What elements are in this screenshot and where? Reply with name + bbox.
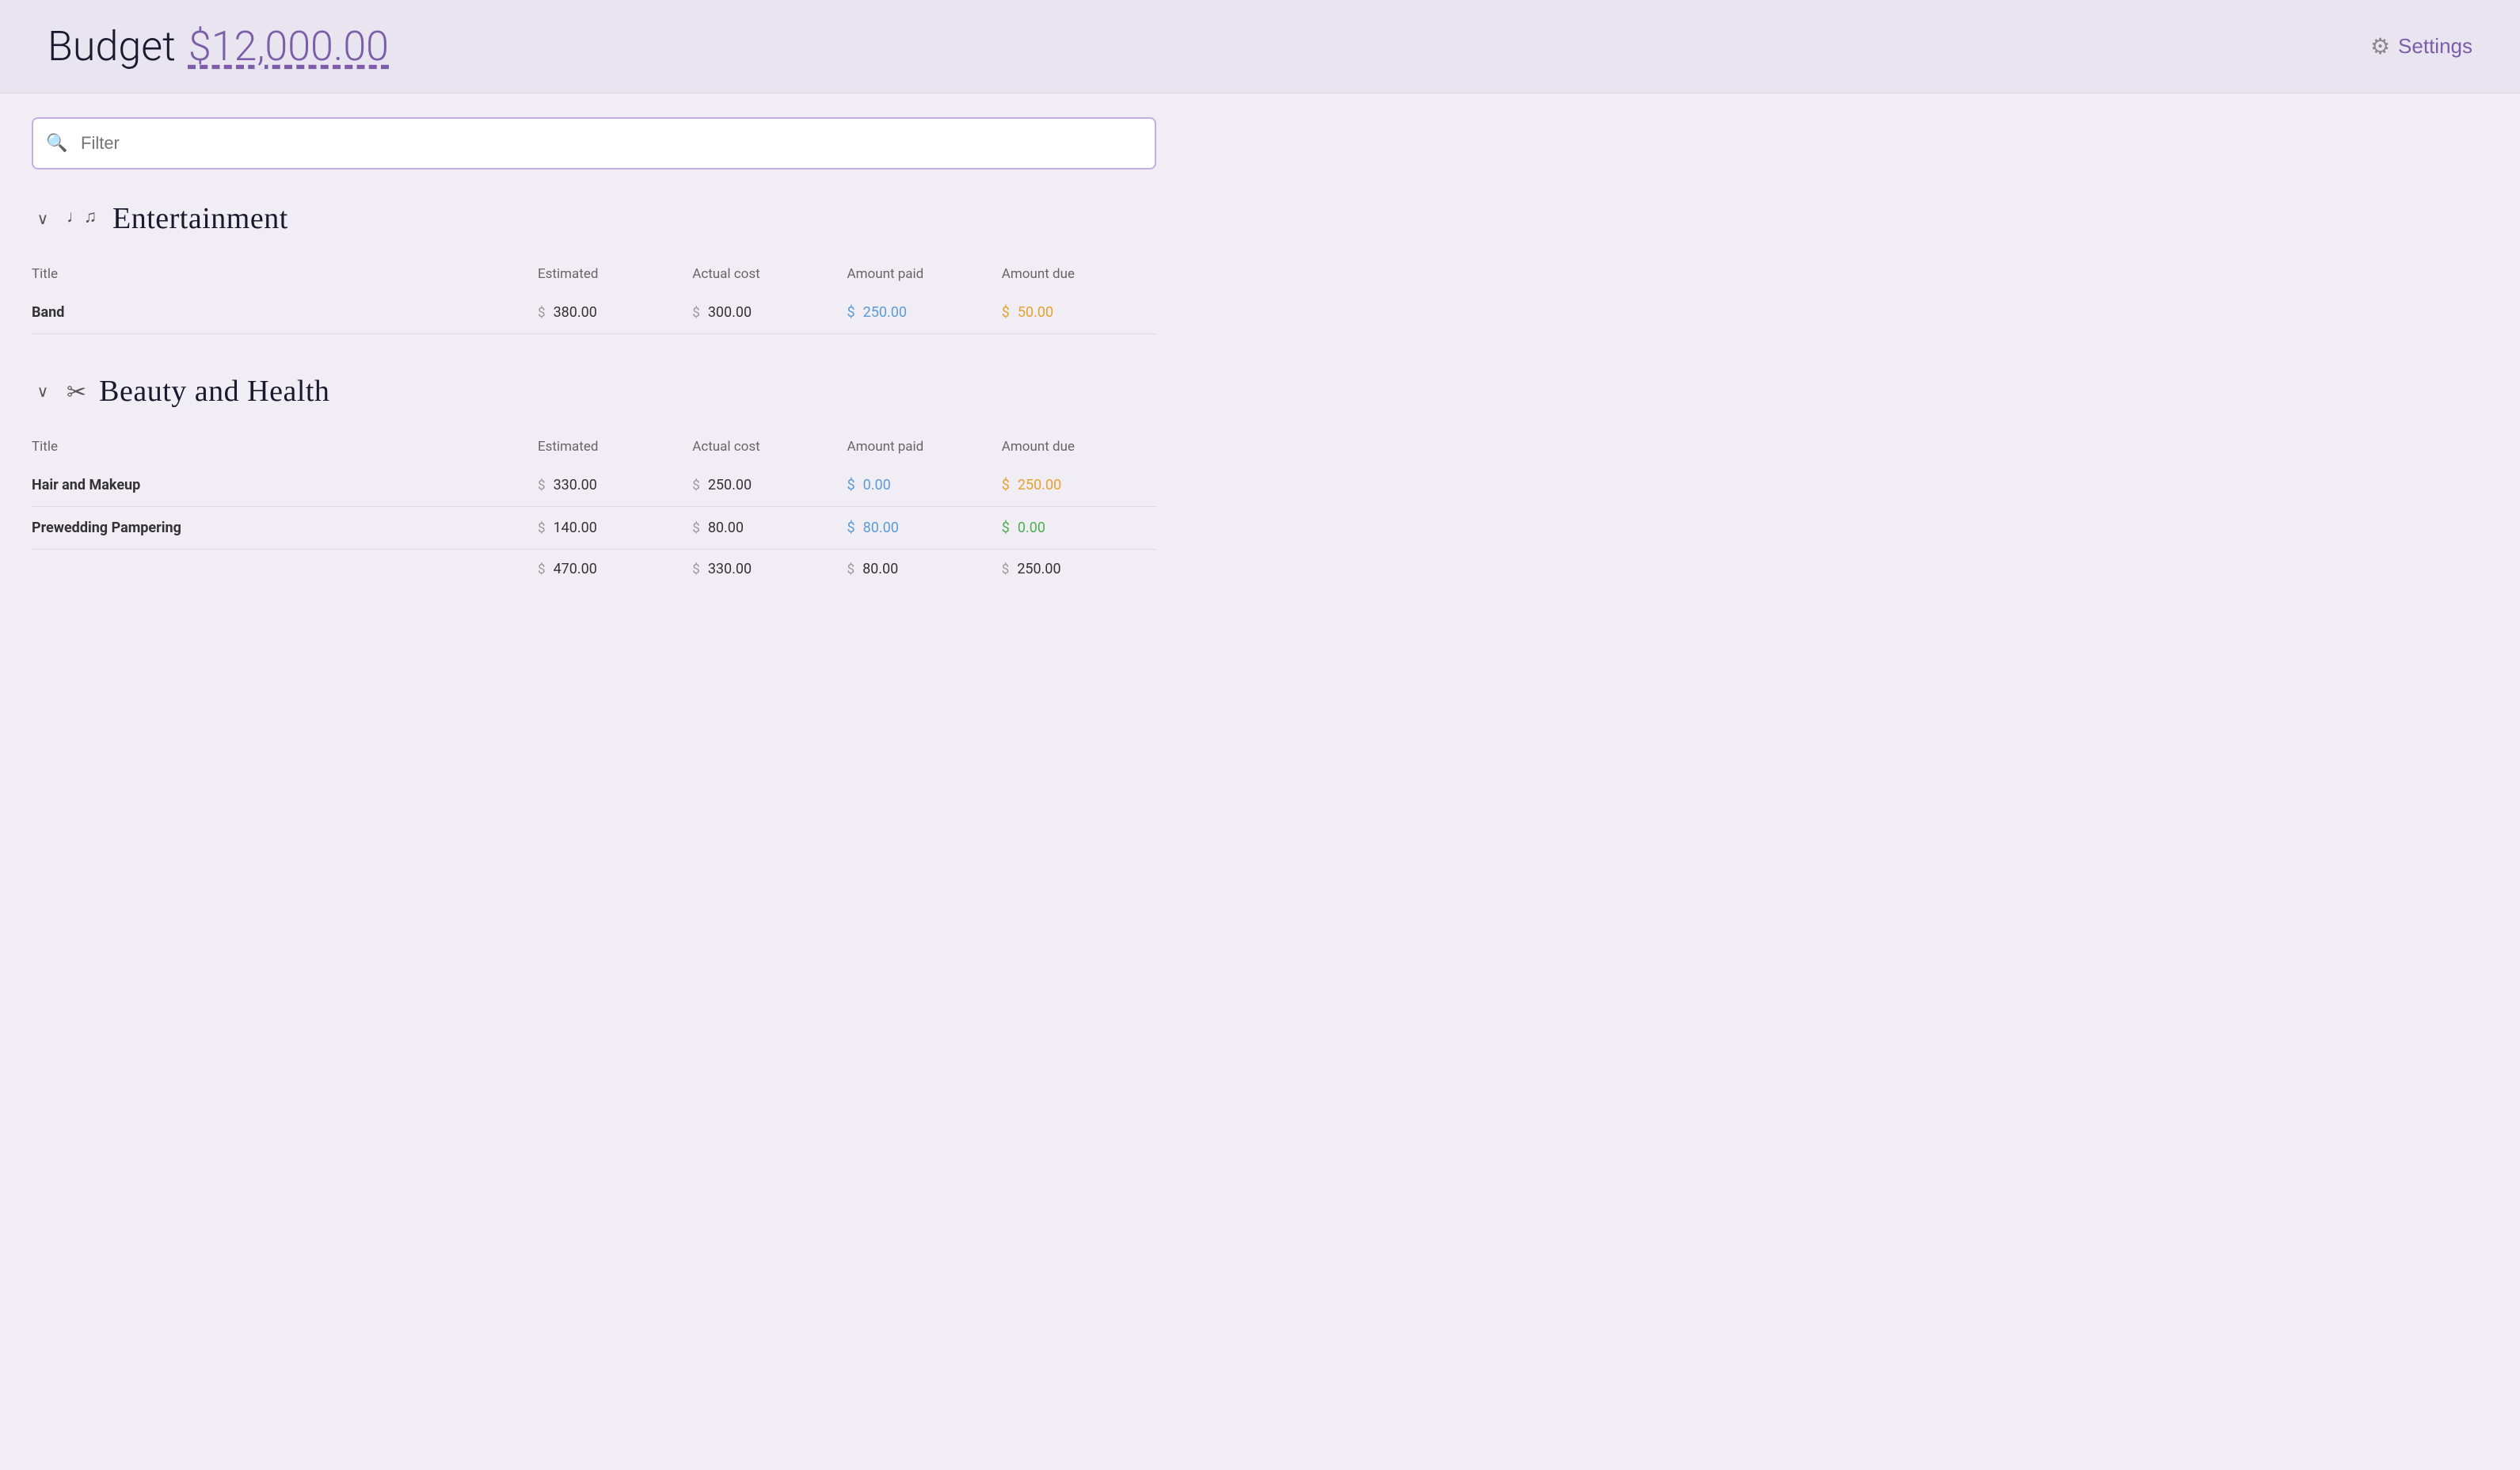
col-header-0: Title bbox=[32, 260, 538, 291]
actual-cost-value: 80.00 bbox=[708, 520, 744, 536]
row-title: Band bbox=[32, 291, 538, 334]
row-estimated: $330.00 bbox=[538, 464, 692, 507]
row-estimated: $140.00 bbox=[538, 507, 692, 550]
category-header-entertainment: ∨ ♩♫ Entertainment bbox=[32, 193, 1156, 244]
budget-table-entertainment: TitleEstimatedActual costAmount paidAmou… bbox=[32, 260, 1156, 334]
dollar-sign-icon: $ bbox=[1002, 477, 1010, 493]
table-row: Hair and Makeup$330.00$250.00$0.00$250.0… bbox=[32, 464, 1156, 507]
budget-label: Budget bbox=[48, 22, 176, 70]
hairdryer-icon: ✂ bbox=[67, 376, 86, 406]
page-header: Budget $12,000.00 ⚙ Settings bbox=[0, 0, 2520, 93]
dollar-sign-icon: $ bbox=[538, 305, 546, 321]
dollar-sign-icon: $ bbox=[1002, 520, 1010, 536]
dollar-sign-icon: $ bbox=[692, 562, 700, 577]
row-title: Prewedding Pampering bbox=[32, 507, 538, 550]
col-header-2: Actual cost bbox=[692, 432, 847, 464]
col-header-3: Amount paid bbox=[847, 432, 1002, 464]
col-header-1: Estimated bbox=[538, 260, 692, 291]
settings-button[interactable]: ⚙ Settings bbox=[2370, 33, 2472, 59]
svg-text:♩♫: ♩♫ bbox=[67, 207, 97, 227]
categories-container: ∨♩♫EntertainmentTitleEstimatedActual cos… bbox=[32, 193, 1156, 590]
row-actual-cost: $250.00 bbox=[692, 464, 847, 507]
dollar-sign-icon: $ bbox=[847, 477, 855, 493]
amount-due-value: 0.00 bbox=[1018, 520, 1045, 536]
row-amount-paid: $80.00 bbox=[847, 507, 1002, 550]
dollar-sign-icon: $ bbox=[692, 478, 700, 493]
row-amount-paid: $250.00 bbox=[847, 291, 1002, 334]
row-amount-paid: $0.00 bbox=[847, 464, 1002, 507]
totals-value: 330.00 bbox=[708, 561, 752, 577]
row-amount-due: $250.00 bbox=[1002, 464, 1156, 507]
totals-label bbox=[32, 550, 538, 591]
chevron-down-icon-beauty-and-health[interactable]: ∨ bbox=[32, 380, 54, 402]
totals-value: 80.00 bbox=[862, 561, 898, 577]
totals-amount_paid: $80.00 bbox=[847, 550, 1002, 591]
row-amount-due: $0.00 bbox=[1002, 507, 1156, 550]
amount-due-value: 250.00 bbox=[1018, 477, 1061, 493]
amount-due-value: 50.00 bbox=[1018, 304, 1053, 321]
estimated-value: 330.00 bbox=[554, 477, 597, 493]
category-section-beauty-and-health: ∨ ✂ Beauty and Health TitleEstimatedActual … bbox=[32, 366, 1156, 590]
dollar-sign-icon: $ bbox=[1002, 562, 1010, 577]
main-content: 🔍 ∨♩♫EntertainmentTitleEstimatedActual c… bbox=[0, 93, 1188, 646]
col-header-2: Actual cost bbox=[692, 260, 847, 291]
dollar-sign-icon: $ bbox=[847, 562, 855, 577]
col-header-4: Amount due bbox=[1002, 432, 1156, 464]
amount-paid-value: 250.00 bbox=[863, 304, 907, 321]
totals-value: 250.00 bbox=[1017, 561, 1060, 577]
row-actual-cost: $80.00 bbox=[692, 507, 847, 550]
actual-cost-value: 300.00 bbox=[708, 304, 752, 321]
actual-cost-value: 250.00 bbox=[708, 477, 752, 493]
category-title-beauty-and-health: Beauty and Health bbox=[99, 374, 329, 409]
filter-container: 🔍 bbox=[32, 117, 1156, 169]
totals-amount_due: $250.00 bbox=[1002, 550, 1156, 591]
budget-amount[interactable]: $12,000.00 bbox=[188, 22, 389, 70]
estimated-value: 380.00 bbox=[554, 304, 597, 321]
budget-table-beauty-and-health: TitleEstimatedActual costAmount paidAmou… bbox=[32, 432, 1156, 590]
chevron-down-icon-entertainment[interactable]: ∨ bbox=[32, 208, 54, 230]
music-icon: ♩♫ bbox=[67, 201, 100, 236]
settings-label: Settings bbox=[2398, 34, 2472, 59]
row-title: Hair and Makeup bbox=[32, 464, 538, 507]
dollar-sign-icon: $ bbox=[847, 304, 855, 321]
table-row: Prewedding Pampering$140.00$80.00$80.00$… bbox=[32, 507, 1156, 550]
table-row: Band$380.00$300.00$250.00$50.00 bbox=[32, 291, 1156, 334]
search-icon: 🔍 bbox=[46, 134, 67, 154]
category-title-entertainment: Entertainment bbox=[112, 201, 288, 236]
dollar-sign-icon: $ bbox=[692, 305, 700, 321]
dollar-sign-icon: $ bbox=[538, 562, 546, 577]
dollar-sign-icon: $ bbox=[847, 520, 855, 536]
category-section-entertainment: ∨ ♩♫ Entertainment TitleEstimatedActual cos… bbox=[32, 193, 1156, 334]
row-amount-due: $50.00 bbox=[1002, 291, 1156, 334]
col-header-4: Amount due bbox=[1002, 260, 1156, 291]
col-header-1: Estimated bbox=[538, 432, 692, 464]
dollar-sign-icon: $ bbox=[538, 478, 546, 493]
category-header-beauty-and-health: ∨ ✂ Beauty and Health bbox=[32, 366, 1156, 417]
amount-paid-value: 80.00 bbox=[863, 520, 899, 536]
totals-value: 470.00 bbox=[554, 561, 597, 577]
totals-estimated: $470.00 bbox=[538, 550, 692, 591]
filter-input[interactable] bbox=[32, 117, 1156, 169]
dollar-sign-icon: $ bbox=[692, 520, 700, 536]
dollar-sign-icon: $ bbox=[538, 520, 546, 536]
dollar-sign-icon: $ bbox=[1002, 304, 1010, 321]
totals-actual_cost: $330.00 bbox=[692, 550, 847, 591]
row-estimated: $380.00 bbox=[538, 291, 692, 334]
col-header-3: Amount paid bbox=[847, 260, 1002, 291]
row-actual-cost: $300.00 bbox=[692, 291, 847, 334]
amount-paid-value: 0.00 bbox=[863, 477, 891, 493]
gear-icon: ⚙ bbox=[2370, 33, 2390, 59]
estimated-value: 140.00 bbox=[554, 520, 597, 536]
page-title: Budget $12,000.00 bbox=[48, 22, 389, 70]
col-header-0: Title bbox=[32, 432, 538, 464]
totals-row: $470.00$330.00$80.00$250.00 bbox=[32, 550, 1156, 591]
